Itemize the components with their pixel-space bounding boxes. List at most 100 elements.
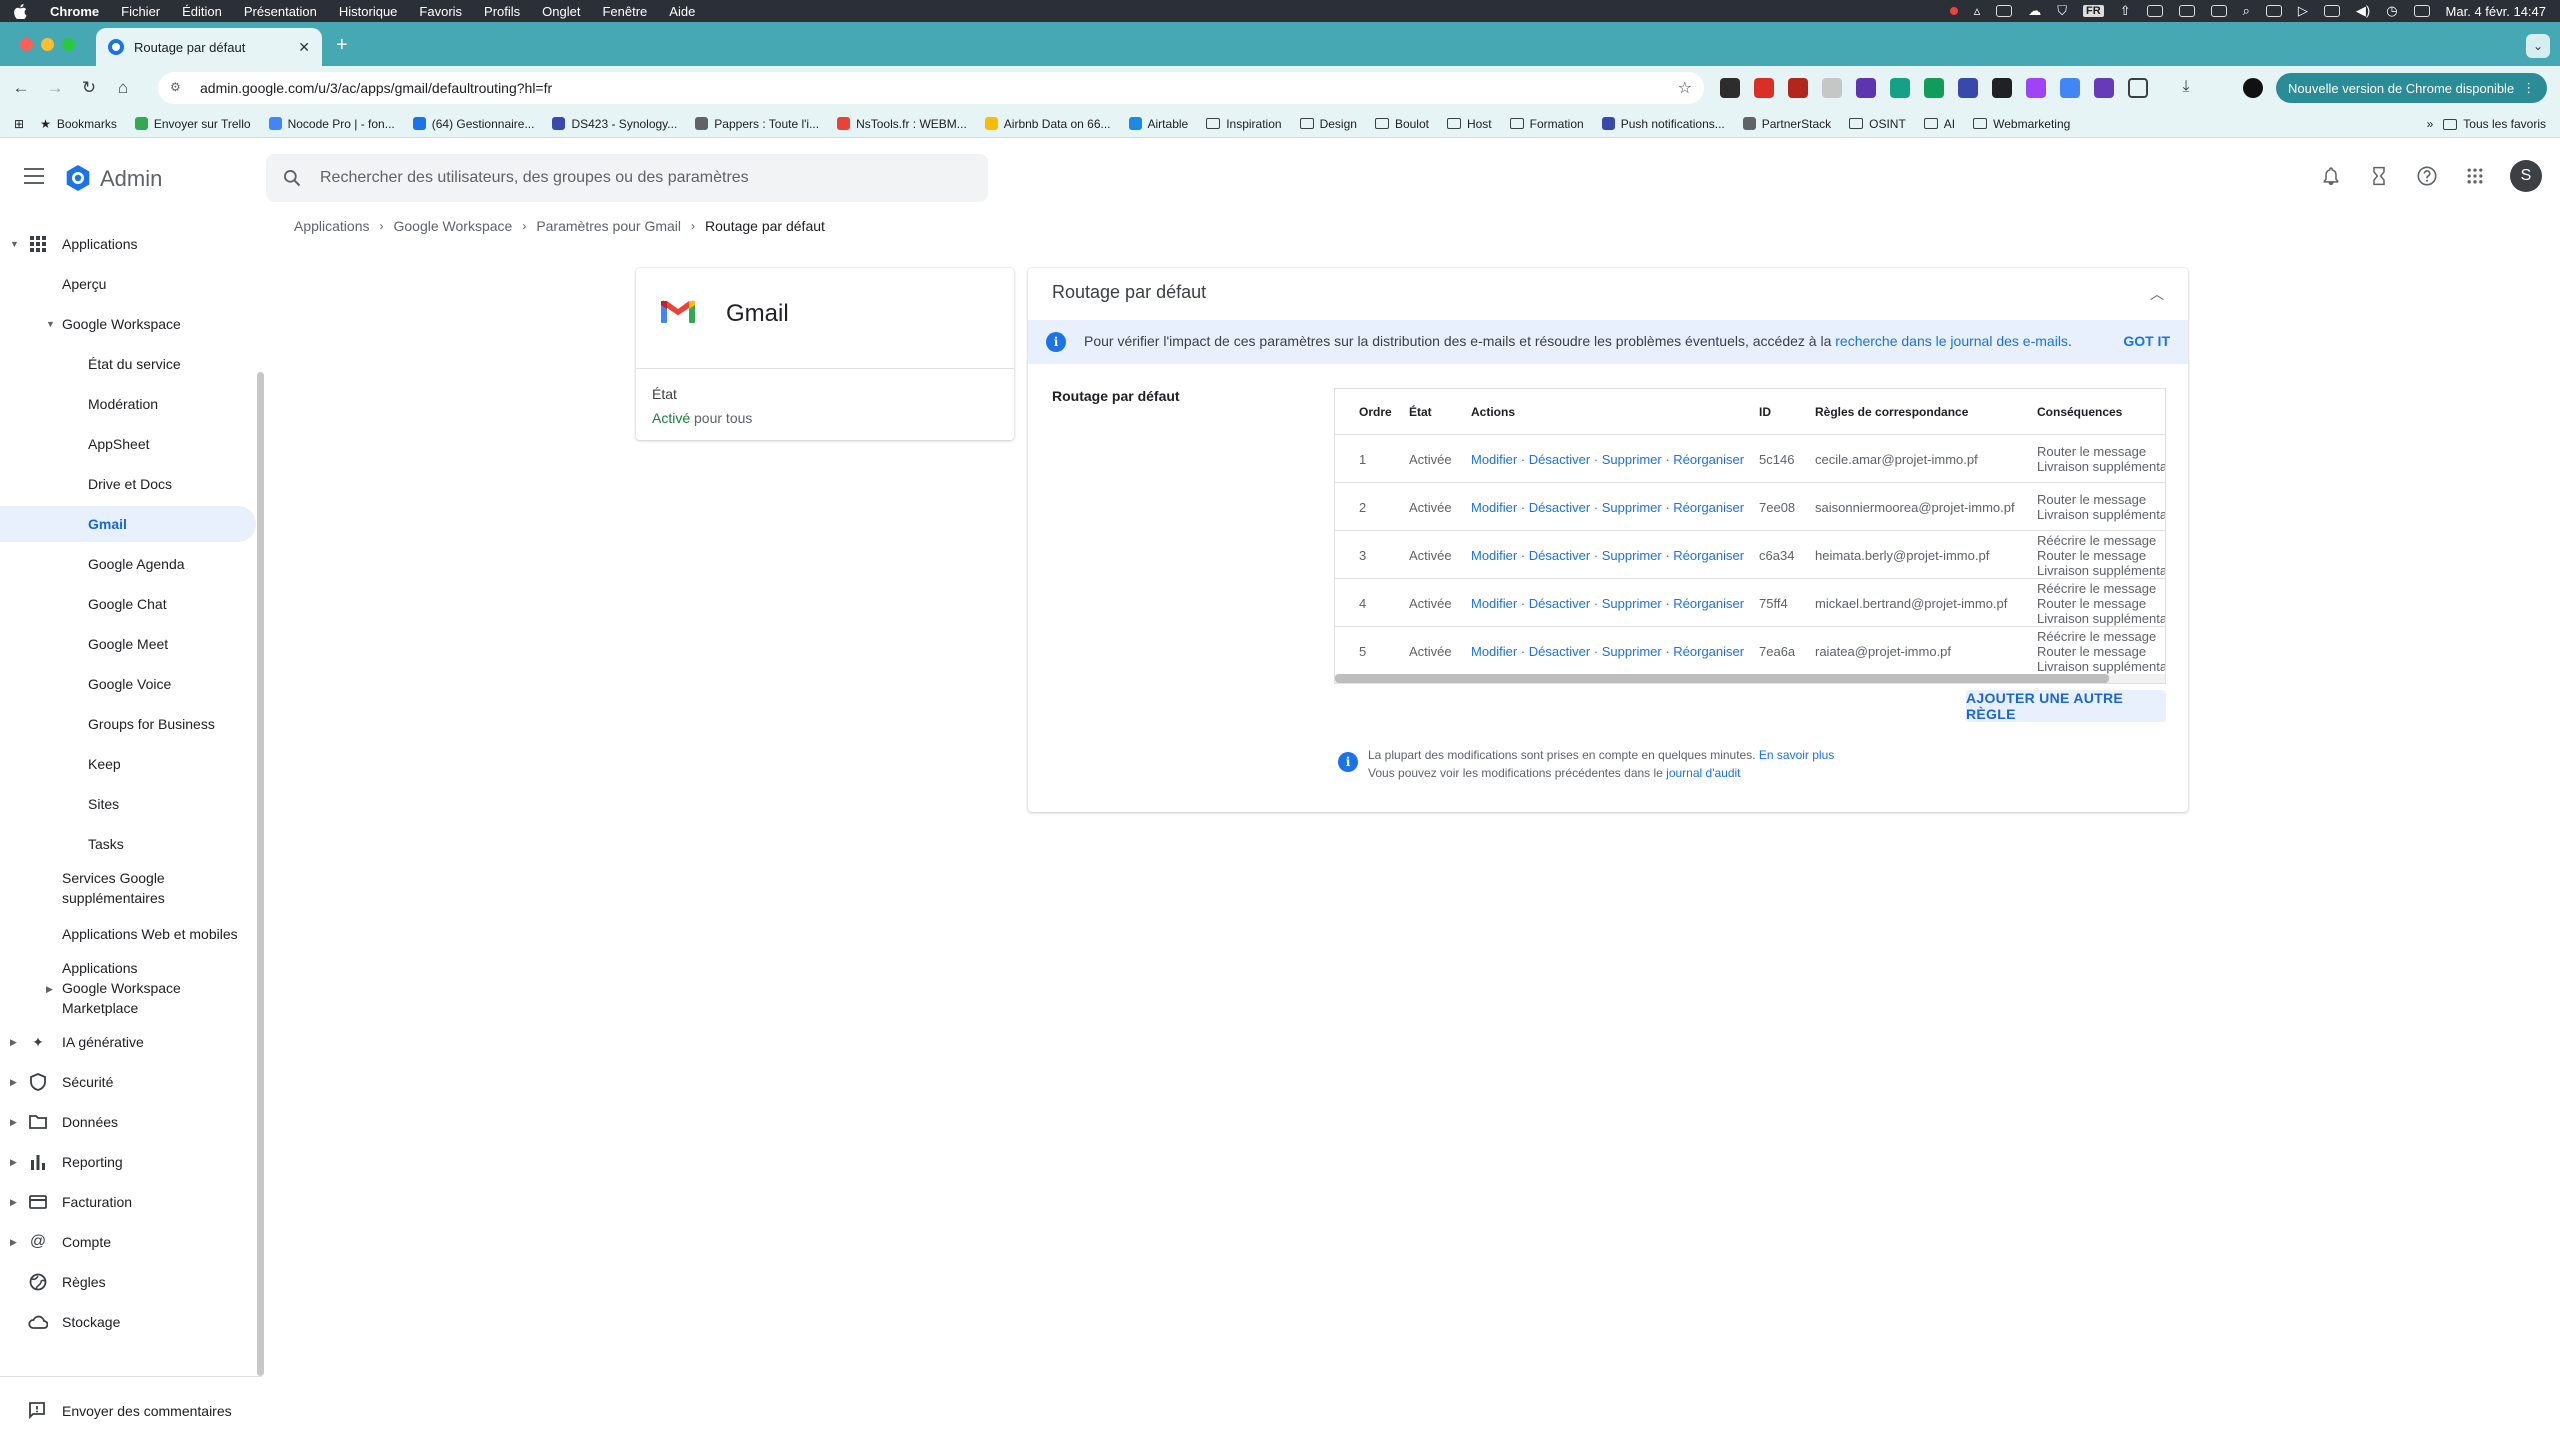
apple-icon[interactable] bbox=[14, 3, 28, 19]
bookmark-item[interactable]: Design bbox=[1299, 117, 1357, 131]
sidebar-item-applications[interactable]: ▼ Applications bbox=[0, 226, 256, 262]
extension-8-icon[interactable] bbox=[1958, 78, 1978, 98]
got-it-button[interactable]: GOT IT bbox=[2123, 333, 2170, 349]
sidebar-item-workspace-app[interactable]: Gmail bbox=[0, 506, 256, 542]
sidebar-item-workspace-app[interactable]: État du service bbox=[0, 346, 256, 382]
sidebar-item-web-mobile[interactable]: Applications Web et mobiles bbox=[0, 916, 256, 952]
menu-edition[interactable]: Édition bbox=[182, 4, 222, 19]
learn-more-link[interactable]: En savoir plus bbox=[1759, 748, 1834, 762]
site-info-icon[interactable]: ⚙ bbox=[170, 80, 186, 96]
bookmark-item[interactable]: AI bbox=[1923, 117, 1955, 131]
chrome-profile-avatar[interactable] bbox=[2243, 78, 2263, 98]
main-menu-icon[interactable] bbox=[24, 168, 44, 184]
sidebar-item-workspace-app[interactable]: AppSheet bbox=[0, 426, 256, 462]
drive-icon[interactable]: ▵ bbox=[1974, 3, 1981, 19]
shield-status-icon[interactable]: ⛉ bbox=[2057, 3, 2067, 19]
sidebar-item-workspace-app[interactable]: Tasks bbox=[0, 826, 256, 862]
bookmark-item[interactable]: Formation bbox=[1509, 117, 1584, 131]
bookmark-item[interactable]: Pappers : Toute l'i... bbox=[695, 117, 819, 131]
bookmark-item[interactable]: Host bbox=[1446, 117, 1492, 131]
minimize-window-button[interactable] bbox=[41, 38, 54, 51]
bookmark-item[interactable]: Nocode Pro | - fon... bbox=[268, 117, 395, 131]
sidebar-item-compte[interactable]: ▶ @ Compte bbox=[0, 1224, 256, 1260]
sidebar-item-workspace-app[interactable]: Google Agenda bbox=[0, 546, 256, 582]
tab-search-chevron-icon[interactable]: ⌄ bbox=[2526, 34, 2550, 58]
download-icon[interactable]: ⤓ bbox=[2176, 78, 2196, 98]
wifi-icon[interactable] bbox=[2413, 5, 2430, 17]
close-tab-icon[interactable]: ✕ bbox=[298, 39, 310, 56]
sidebar-item-workspace-app[interactable]: Keep bbox=[0, 746, 256, 782]
sidebar-item-google-workspace[interactable]: ▼ Google Workspace bbox=[0, 306, 256, 342]
extension-5-icon[interactable] bbox=[1856, 78, 1876, 98]
sidebar-scrollbar[interactable] bbox=[257, 372, 264, 1376]
bookmark-item[interactable]: (64) Gestionnaire... bbox=[412, 117, 534, 131]
bookmark-item[interactable]: Boulot bbox=[1374, 117, 1429, 131]
sidebar-item-marketplace[interactable]: ▶ Applications Google Workspace Marketpl… bbox=[0, 958, 256, 1022]
cell-actions[interactable]: Modifier · Désactiver · Supprimer · Réor… bbox=[1471, 644, 1744, 659]
menu-profils[interactable]: Profils bbox=[484, 4, 520, 19]
bookmark-item[interactable]: OSINT bbox=[1849, 117, 1906, 131]
sidebar-item-apercu[interactable]: Aperçu bbox=[0, 266, 256, 302]
forward-arrow-icon[interactable]: → bbox=[42, 75, 68, 101]
clock-icon[interactable]: ◷ bbox=[2386, 3, 2397, 19]
extension-3-icon[interactable] bbox=[1788, 78, 1808, 98]
menu-historique[interactable]: Historique bbox=[339, 4, 398, 19]
sidebar-item-workspace-app[interactable]: Google Voice bbox=[0, 666, 256, 702]
bookmark-star-icon[interactable]: ☆ bbox=[1678, 78, 1692, 98]
input-source-indicator[interactable]: FR bbox=[2083, 5, 2104, 17]
menu-app-name[interactable]: Chrome bbox=[50, 4, 99, 19]
back-arrow-icon[interactable]: ← bbox=[8, 75, 34, 101]
play-icon[interactable]: ▷ bbox=[2298, 3, 2308, 19]
breadcrumb-google-workspace[interactable]: Google Workspace bbox=[394, 218, 513, 234]
audit-log-link[interactable]: journal d'audit bbox=[1666, 766, 1740, 780]
extension-9-icon[interactable] bbox=[1992, 78, 2012, 98]
help-icon[interactable] bbox=[2414, 163, 2440, 189]
sidebar-item-workspace-app[interactable]: Modération bbox=[0, 386, 256, 422]
bookmark-item[interactable]: Airbnb Data on 66... bbox=[984, 117, 1111, 131]
menu-onglet[interactable]: Onglet bbox=[542, 4, 580, 19]
admin-title[interactable]: Admin bbox=[100, 166, 162, 192]
control-center-icon[interactable] bbox=[2265, 5, 2282, 17]
bookmark-item[interactable]: PartnerStack bbox=[1742, 117, 1831, 131]
admin-search-input[interactable]: Rechercher des utilisateurs, des groupes… bbox=[266, 154, 988, 202]
add-rule-button[interactable]: AJOUTER UNE AUTRE RÈGLE bbox=[1966, 690, 2166, 722]
bookmark-item[interactable]: Push notifications... bbox=[1601, 117, 1725, 131]
spotlight-search-icon[interactable]: ⌕ bbox=[2243, 3, 2250, 19]
sidebar-item-securite[interactable]: ▶ Sécurité bbox=[0, 1064, 256, 1100]
bookmark-item[interactable]: ★ Bookmarks bbox=[40, 117, 117, 131]
zoom-window-button[interactable] bbox=[62, 38, 75, 51]
cell-actions[interactable]: Modifier · Désactiver · Supprimer · Réor… bbox=[1471, 452, 1744, 467]
extension-10-icon[interactable] bbox=[2026, 78, 2046, 98]
admin-logo-icon[interactable] bbox=[64, 164, 92, 192]
close-window-button[interactable] bbox=[20, 38, 33, 51]
sidebar-item-workspace-app[interactable]: Google Meet bbox=[0, 626, 256, 662]
extension-2-icon[interactable] bbox=[1754, 78, 1774, 98]
menu-presentation[interactable]: Présentation bbox=[244, 4, 317, 19]
menu-aide[interactable]: Aide bbox=[669, 4, 695, 19]
email-log-search-link[interactable]: recherche dans le journal des e-mails bbox=[1835, 333, 2068, 349]
collapse-chevron-up-icon[interactable]: ︿ bbox=[2150, 284, 2164, 304]
grid-status-icon[interactable] bbox=[2146, 5, 2163, 17]
bookmark-item[interactable]: Envoyer sur Trello bbox=[134, 117, 251, 131]
sidebar-item-workspace-app[interactable]: Drive et Docs bbox=[0, 466, 256, 502]
table-horizontal-scrollbar[interactable] bbox=[1335, 674, 2165, 683]
reload-icon[interactable]: ↻ bbox=[76, 75, 102, 101]
notifications-bell-icon[interactable] bbox=[2318, 163, 2344, 189]
sidebar-item-workspace-app[interactable]: Groups for Business bbox=[0, 706, 256, 742]
sidebar-item-workspace-app[interactable]: Google Chat bbox=[0, 586, 256, 622]
bookmark-item[interactable]: Webmarketing bbox=[1973, 117, 2070, 131]
state-value[interactable]: Activé pour tous bbox=[652, 410, 752, 426]
notes-icon[interactable] bbox=[1996, 5, 2013, 17]
breadcrumb-gmail-settings[interactable]: Paramètres pour Gmail bbox=[536, 218, 681, 234]
home-icon[interactable]: ⌂ bbox=[110, 75, 136, 101]
sidebar-item-services-supplementaires[interactable]: Services Google supplémentaires bbox=[0, 866, 256, 910]
sidebar-item-facturation[interactable]: ▶ Facturation bbox=[0, 1184, 256, 1220]
extension-11-icon[interactable] bbox=[2060, 78, 2080, 98]
extension-1-icon[interactable] bbox=[1720, 78, 1740, 98]
extension-6-icon[interactable] bbox=[1890, 78, 1910, 98]
breadcrumb-applications[interactable]: Applications bbox=[294, 218, 370, 234]
window-status-icon[interactable] bbox=[2210, 5, 2227, 17]
sidebar-item-stockage[interactable]: Stockage bbox=[0, 1304, 256, 1340]
bookmark-item[interactable]: NsTools.fr : WEBM... bbox=[837, 117, 967, 131]
address-url[interactable]: admin.google.com/u/3/ac/apps/gmail/defau… bbox=[200, 80, 552, 96]
